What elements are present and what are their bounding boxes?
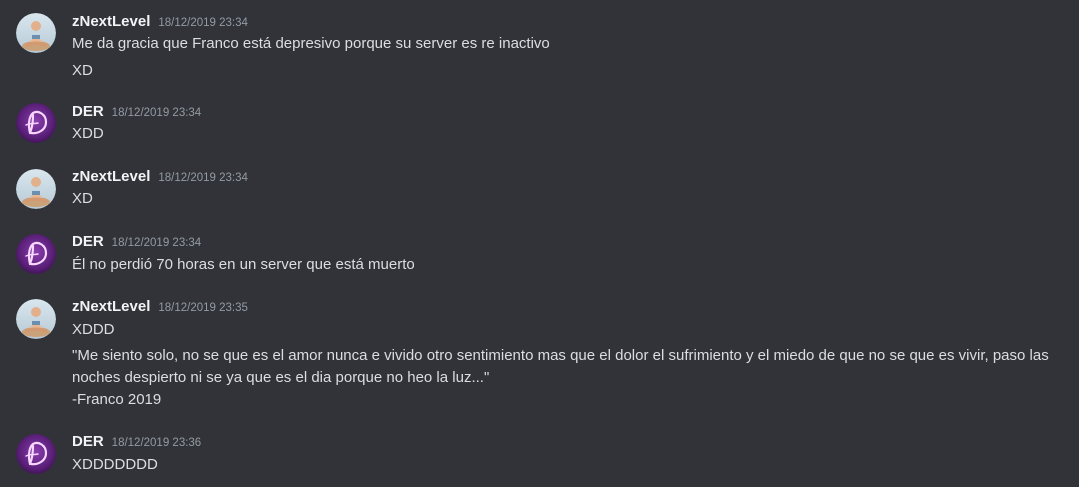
message-timestamp[interactable]: 18/12/2019 23:34 [158,17,248,29]
purple-letter-d-avatar-icon[interactable] [16,103,56,143]
message-text: XD [72,62,93,79]
message-timestamp[interactable]: 18/12/2019 23:36 [112,437,202,449]
message-text: XD [72,190,93,207]
message-text: -Franco 2019 [72,391,162,408]
message-timestamp[interactable]: 18/12/2019 23:34 [158,172,248,184]
message-text: Él no perdió 70 horas en un server que e… [72,256,415,273]
author-name[interactable]: zNextLevel [72,13,150,30]
message-text: XDD [72,125,104,142]
meditating-person-avatar-icon[interactable] [16,13,56,53]
chat-log: zNextLevel 18/12/2019 23:34 Me da gracia… [0,0,1079,487]
message-timestamp[interactable]: 18/12/2019 23:35 [158,302,248,314]
author-name[interactable]: DER [72,233,104,250]
author-name[interactable]: DER [72,103,104,120]
author-name[interactable]: zNextLevel [72,168,150,185]
message-timestamp[interactable]: 18/12/2019 23:34 [112,237,202,249]
message-timestamp[interactable]: 18/12/2019 23:34 [112,107,202,119]
author-name[interactable]: zNextLevel [72,298,150,315]
purple-letter-d-avatar-icon[interactable] [16,434,56,474]
message-text: "Me siento solo, no se que es el amor nu… [72,347,1049,386]
message-text: Me da gracia que Franco está depresivo p… [72,35,550,52]
purple-letter-d-avatar-icon[interactable] [16,234,56,274]
author-name[interactable]: DER [72,433,104,450]
meditating-person-avatar-icon[interactable] [16,169,56,209]
message-text: XDDDDDDD [72,456,158,473]
meditating-person-avatar-icon[interactable] [16,299,56,339]
message-text: XDDD [72,321,115,338]
